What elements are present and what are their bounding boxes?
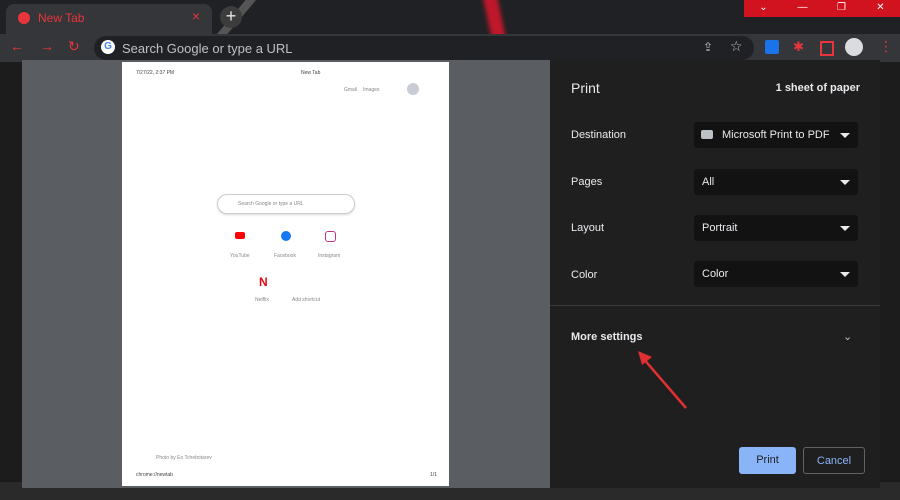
color-label: Color	[571, 269, 598, 281]
sheet-count: 1 sheet of paper	[775, 82, 860, 94]
forward-icon[interactable]: →	[40, 38, 54, 54]
color-value: Color	[702, 268, 729, 280]
reload-icon[interactable]: ↻	[68, 38, 80, 55]
destination-select[interactable]: Microsoft Print to PDF	[694, 122, 858, 148]
window-menu-button[interactable]: ⌄	[744, 0, 783, 17]
back-icon[interactable]: ←	[10, 38, 24, 54]
chevron-down-icon[interactable]: ⌄	[843, 330, 852, 343]
tab-new-tab[interactable]	[6, 4, 212, 34]
destination-label: Destination	[571, 129, 627, 141]
printer-icon	[701, 130, 713, 139]
tab-close-button[interactable]: ×	[192, 8, 200, 24]
preview-link-gmail: Gmail	[344, 87, 358, 93]
panel-divider	[550, 305, 880, 306]
minimize-button[interactable]: —	[783, 0, 822, 17]
print-button[interactable]: Print	[739, 447, 796, 474]
netflix-icon: N	[259, 275, 268, 289]
preview-footer-page: 1/1	[430, 472, 437, 478]
chevron-down-icon	[840, 272, 850, 277]
preview-avatar	[407, 83, 419, 95]
shortcut-add-label: Add shortcut	[292, 297, 321, 303]
preview-header-datetime: 7/27/22, 2:37 PM	[136, 70, 175, 76]
cancel-button[interactable]: Cancel	[803, 447, 865, 474]
pages-label: Pages	[571, 176, 603, 188]
extension-icon[interactable]	[765, 40, 779, 54]
annotation-arrow-icon	[638, 351, 687, 409]
destination-value: Microsoft Print to PDF	[722, 129, 830, 141]
preview-header-title: New Tab	[301, 70, 321, 76]
print-dialog-title: Print	[571, 80, 600, 96]
new-tab-button[interactable]: +	[220, 6, 242, 28]
google-icon: G	[101, 40, 115, 54]
chevron-down-icon	[840, 180, 850, 185]
layout-select[interactable]: Portrait	[694, 215, 858, 241]
share-icon[interactable]: ⇪	[703, 40, 713, 54]
facebook-icon	[281, 231, 291, 241]
close-window-button[interactable]: ✕	[861, 0, 900, 17]
preview-search-placeholder: Search Google or type a URL	[238, 201, 304, 207]
preview-link-images: Images	[363, 87, 380, 93]
more-settings-toggle[interactable]: More settings	[571, 331, 643, 343]
puzzle-icon[interactable]: ✱	[793, 39, 804, 55]
shortcut-youtube-label: YouTube	[230, 253, 250, 259]
pages-select[interactable]: All	[694, 169, 858, 195]
omnibox-placeholder: Search Google or type a URL	[122, 41, 293, 56]
layout-value: Portrait	[702, 222, 738, 234]
shortcut-facebook-label: Facebook	[274, 253, 296, 259]
chevron-down-icon	[840, 133, 850, 138]
menu-kebab-icon[interactable]: ⋮	[879, 38, 893, 55]
pages-value: All	[702, 176, 715, 188]
bookmark-star-icon[interactable]: ☆	[730, 38, 743, 55]
color-select[interactable]: Color	[694, 261, 858, 287]
shortcut-instagram-label: Instagram	[318, 253, 341, 259]
preview-page	[122, 62, 449, 486]
preview-footer-url: chrome://newtab	[136, 472, 173, 478]
layout-label: Layout	[571, 222, 605, 234]
avatar[interactable]	[845, 38, 863, 56]
chrome-favicon-icon	[18, 12, 30, 24]
tab-title: New Tab	[38, 11, 85, 25]
window-controls: ⌄ — ❐ ✕	[744, 0, 900, 17]
chevron-down-icon	[840, 226, 850, 231]
preview-photo-credit: Photo by Eo Tchebotarev	[156, 455, 212, 461]
sidepanel-icon[interactable]	[820, 41, 834, 56]
shortcut-netflix-label: Netflix	[255, 297, 269, 303]
instagram-icon	[325, 231, 336, 242]
maximize-button[interactable]: ❐	[822, 0, 861, 17]
youtube-icon	[235, 232, 245, 239]
